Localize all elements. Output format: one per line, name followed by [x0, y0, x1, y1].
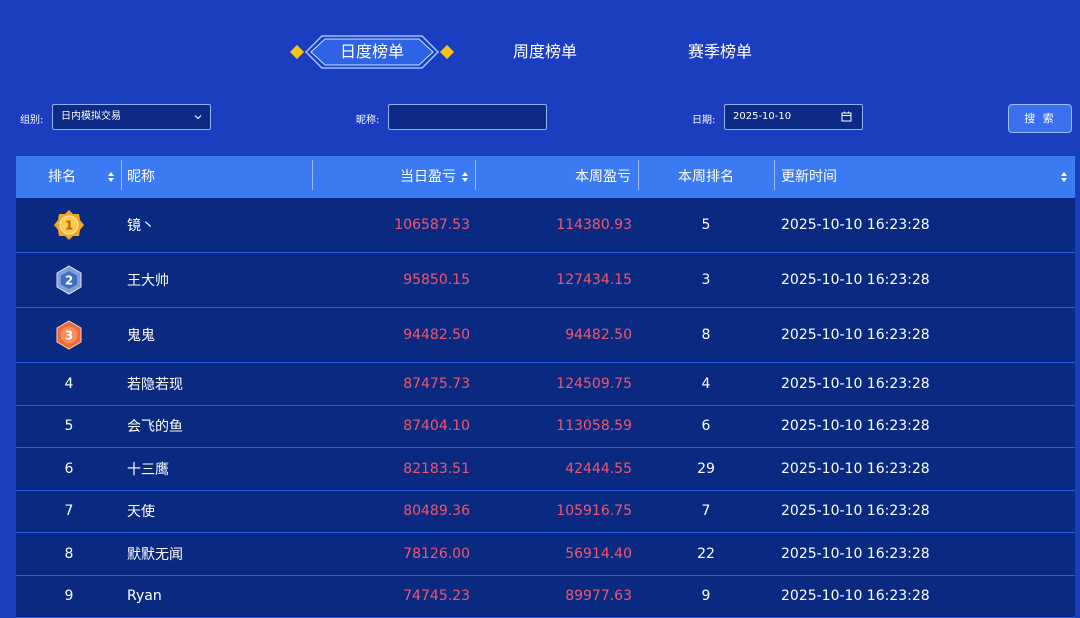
nickname: 镜丶 [127, 218, 155, 234]
week-rank: 29 [697, 460, 715, 477]
table-row[interactable]: 9 Ryan 74745.23 89977.63 9 2025-10-10 16… [16, 575, 1075, 618]
week-rank: 6 [701, 418, 711, 435]
table-row[interactable]: 3 鬼鬼 94482.50 94482.50 8 2025-10-10 16:2… [16, 308, 1075, 363]
day-pnl: 87475.73 [403, 375, 470, 392]
header-day-pnl: 当日盈亏 [400, 169, 456, 185]
group-select[interactable]: 日内模拟交易 [52, 104, 211, 130]
header-divider [475, 160, 476, 190]
week-rank: 8 [701, 327, 711, 343]
week-pnl: 105916.75 [556, 503, 632, 520]
medal-rank-number: 1 [65, 219, 73, 233]
tab-weekly[interactable]: 周度榜单 [495, 32, 595, 72]
header-update-time: 更新时间 [781, 169, 837, 185]
header-divider [774, 160, 775, 190]
table-row[interactable]: 6 十三鹰 82183.51 42444.55 29 2025-10-10 16… [16, 448, 1075, 491]
week-pnl: 94482.50 [565, 327, 632, 343]
day-pnl: 74745.23 [403, 588, 470, 605]
sort-icon[interactable] [461, 171, 469, 183]
table-row[interactable]: 2 王大帅 95850.15 127434.15 3 2025-10-10 16… [16, 253, 1075, 308]
nickname: 会飞的鱼 [127, 419, 183, 436]
day-pnl: 95850.15 [403, 272, 470, 288]
header-divider [121, 160, 122, 190]
week-pnl: 89977.63 [565, 588, 632, 605]
week-rank: 5 [701, 217, 711, 233]
rank-number: 6 [64, 460, 74, 477]
rank-number: 5 [64, 418, 74, 435]
table-header: 排名 昵称 当日盈亏 本周盈亏 本周排名 更新时间 [16, 156, 1075, 198]
search-button[interactable]: 搜 索 [1008, 104, 1072, 133]
table-row[interactable]: 1 镜丶 106587.53 114380.93 5 2025-10-10 16… [16, 198, 1075, 253]
medal-rank-number: 3 [65, 329, 73, 343]
nickname: 默默无闻 [127, 546, 183, 563]
nickname: 鬼鬼 [127, 328, 155, 344]
day-pnl: 106587.53 [394, 217, 470, 233]
sort-icon[interactable] [1060, 171, 1068, 183]
rank-number: 4 [64, 375, 74, 392]
week-pnl: 127434.15 [556, 272, 632, 288]
table-row[interactable]: 7 天使 80489.36 105916.75 7 2025-10-10 16:… [16, 490, 1075, 533]
nickname: 天使 [127, 504, 155, 521]
date-value: 2025-10-10 [733, 111, 792, 122]
nickname: 十三鹰 [127, 461, 169, 478]
day-pnl: 80489.36 [403, 503, 470, 520]
week-rank: 3 [701, 272, 711, 288]
week-rank: 4 [701, 375, 711, 392]
medal-rank-number: 2 [65, 274, 73, 288]
silver-medal-icon: 2 [56, 265, 82, 295]
header-nickname: 昵称 [127, 169, 155, 185]
week-pnl: 124509.75 [556, 375, 632, 392]
week-pnl: 56914.40 [565, 545, 632, 562]
nickname-label: 昵称: [356, 115, 380, 126]
week-rank: 22 [697, 545, 715, 562]
table-row[interactable]: 5 会飞的鱼 87404.10 113058.59 6 2025-10-10 1… [16, 405, 1075, 448]
nickname: 王大帅 [127, 273, 169, 289]
table-row[interactable]: 4 若隐若现 87475.73 124509.75 4 2025-10-10 1… [16, 363, 1075, 406]
update-time: 2025-10-10 16:23:28 [781, 327, 930, 343]
chevron-down-icon [194, 115, 202, 120]
day-pnl: 82183.51 [403, 460, 470, 477]
table-row[interactable]: 8 默默无闻 78126.00 56914.40 22 2025-10-10 1… [16, 533, 1075, 576]
week-pnl: 113058.59 [556, 418, 632, 435]
date-label: 日期: [692, 115, 716, 126]
nickname-input[interactable] [388, 104, 547, 130]
rank-number: 8 [64, 545, 74, 562]
header-divider [638, 160, 639, 190]
tab-daily[interactable]: 日度榜单 [288, 32, 456, 72]
group-select-value: 日内模拟交易 [61, 111, 121, 122]
leaderboard-tabs: 日度榜单 周度榜单 赛季榜单 [0, 32, 1080, 72]
sort-icon[interactable] [107, 171, 115, 183]
header-rank: 排名 [48, 169, 76, 185]
update-time: 2025-10-10 16:23:28 [781, 503, 930, 520]
bronze-medal-icon: 3 [56, 320, 82, 350]
day-pnl: 94482.50 [403, 327, 470, 343]
week-rank: 9 [701, 588, 711, 605]
week-pnl: 114380.93 [556, 217, 632, 233]
update-time: 2025-10-10 16:23:28 [781, 545, 930, 562]
rank-number: 9 [64, 588, 74, 605]
gold-medal-icon: 1 [54, 210, 84, 240]
header-divider [312, 160, 313, 190]
calendar-icon [841, 111, 852, 122]
update-time: 2025-10-10 16:23:28 [781, 460, 930, 477]
update-time: 2025-10-10 16:23:28 [781, 375, 930, 392]
update-time: 2025-10-10 16:23:28 [781, 217, 930, 233]
nickname: Ryan [127, 588, 162, 605]
tab-daily-label: 日度榜单 [339, 42, 404, 61]
update-time: 2025-10-10 16:23:28 [781, 588, 930, 605]
day-pnl: 78126.00 [403, 545, 470, 562]
leaderboard-table: 排名 昵称 当日盈亏 本周盈亏 本周排名 更新时间 1 镜丶 106587.53… [16, 156, 1075, 618]
header-week-pnl: 本周盈亏 [575, 169, 631, 185]
rank-number: 7 [64, 503, 74, 520]
week-rank: 7 [701, 503, 711, 520]
header-week-rank: 本周排名 [678, 169, 734, 185]
update-time: 2025-10-10 16:23:28 [781, 418, 930, 435]
group-label: 组别: [20, 115, 44, 126]
week-pnl: 42444.55 [565, 460, 632, 477]
day-pnl: 87404.10 [403, 418, 470, 435]
nickname: 若隐若现 [127, 376, 183, 393]
update-time: 2025-10-10 16:23:28 [781, 272, 930, 288]
tab-season[interactable]: 赛季榜单 [670, 32, 770, 72]
date-picker[interactable]: 2025-10-10 [724, 104, 863, 130]
